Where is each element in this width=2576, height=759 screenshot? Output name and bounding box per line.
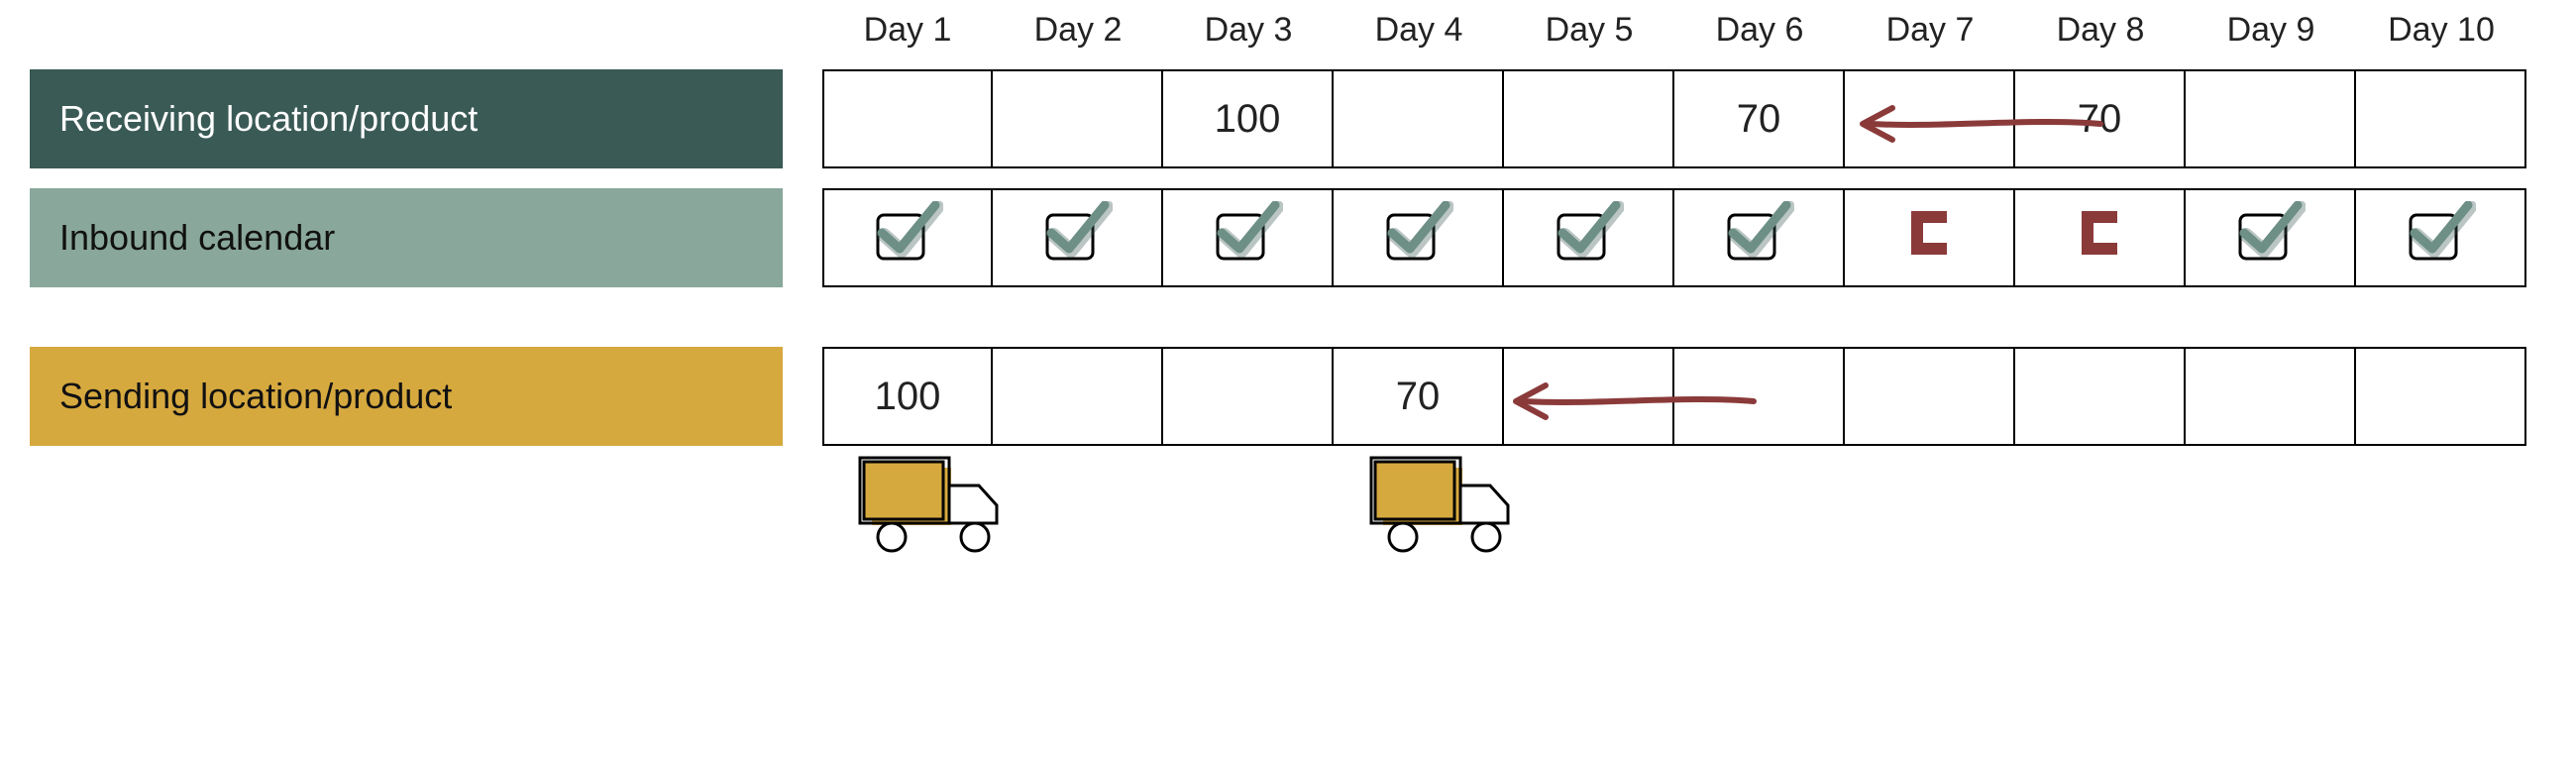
inbound-cell	[822, 188, 993, 287]
check-icon	[2405, 201, 2476, 274]
receiving-cell	[1334, 69, 1504, 168]
sending-cell	[1163, 347, 1334, 446]
day-header: Day 2	[993, 0, 1163, 59]
receiving-row: 100 70 70	[822, 69, 2526, 168]
blocked-icon	[2072, 205, 2127, 271]
sending-cell	[2186, 347, 2356, 446]
inbound-cell	[1163, 188, 1334, 287]
check-icon	[872, 201, 943, 274]
row-label-sending: Sending location/product	[30, 347, 783, 446]
inbound-cell	[1674, 188, 1845, 287]
truck-icon	[852, 456, 1022, 565]
diagram-root: Receiving location/product Inbound calen…	[0, 0, 2576, 759]
check-icon	[1553, 201, 1624, 274]
receiving-cell	[2356, 69, 2526, 168]
blocked-icon	[1901, 205, 1957, 271]
receiving-cell	[993, 69, 1163, 168]
truck-icon	[1363, 456, 1534, 565]
inbound-cell	[1845, 188, 2015, 287]
row-labels-column: Receiving location/product Inbound calen…	[30, 69, 783, 446]
sending-cell	[1674, 347, 1845, 446]
sending-cell: 70	[1334, 347, 1504, 446]
sending-cell	[993, 347, 1163, 446]
day-header: Day 4	[1334, 0, 1504, 59]
day-header: Day 7	[1845, 0, 2015, 59]
day-header: Day 5	[1504, 0, 1674, 59]
sending-cell	[2356, 347, 2526, 446]
day-header: Day 3	[1163, 0, 1334, 59]
inbound-cell	[2356, 188, 2526, 287]
inbound-cell	[2015, 188, 2186, 287]
day-header: Day 8	[2015, 0, 2186, 59]
day-header: Day 9	[2186, 0, 2356, 59]
receiving-cell: 70	[2015, 69, 2186, 168]
receiving-cell	[1845, 69, 2015, 168]
inbound-cell	[1334, 188, 1504, 287]
receiving-cell	[2186, 69, 2356, 168]
row-label-receiving: Receiving location/product	[30, 69, 783, 168]
sending-cell	[2015, 347, 2186, 446]
row-label-inbound: Inbound calendar	[30, 188, 783, 287]
inbound-cell	[993, 188, 1163, 287]
receiving-cell	[822, 69, 993, 168]
inbound-cell	[1504, 188, 1674, 287]
day-header-row: Day 1 Day 2 Day 3 Day 4 Day 5 Day 6 Day …	[822, 0, 2526, 59]
inbound-cell	[2186, 188, 2356, 287]
sending-cell	[1504, 347, 1674, 446]
sending-row: 100 70	[822, 347, 2526, 446]
check-icon	[1723, 201, 1794, 274]
schedule-grid: Day 1 Day 2 Day 3 Day 4 Day 5 Day 6 Day …	[822, 0, 2526, 446]
receiving-cell: 70	[1674, 69, 1845, 168]
day-header: Day 1	[822, 0, 993, 59]
receiving-cell: 100	[1163, 69, 1334, 168]
check-icon	[1041, 201, 1113, 274]
day-header: Day 6	[1674, 0, 1845, 59]
receiving-cell	[1504, 69, 1674, 168]
check-icon	[1382, 201, 1453, 274]
sending-cell	[1845, 347, 2015, 446]
sending-cell: 100	[822, 347, 993, 446]
check-icon	[1212, 201, 1283, 274]
inbound-row	[822, 188, 2526, 287]
check-icon	[2234, 201, 2306, 274]
day-header: Day 10	[2356, 0, 2526, 59]
